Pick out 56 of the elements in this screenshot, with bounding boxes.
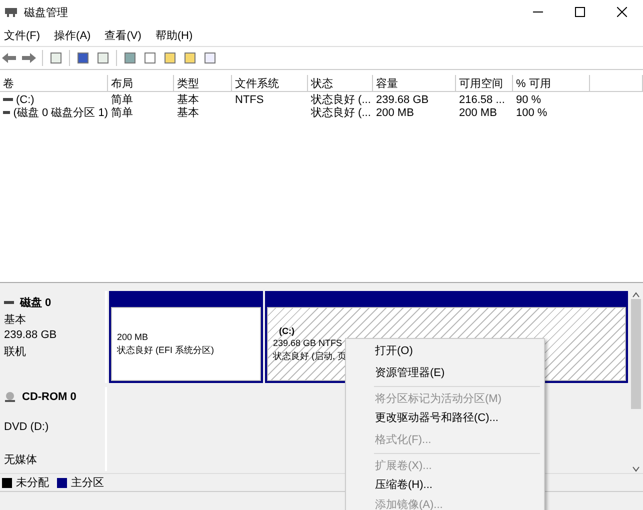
column-header[interactable]: 卷 (0, 75, 108, 92)
column-header[interactable]: 类型 (174, 75, 232, 92)
partition-size: 239.68 GB NTFS (273, 338, 342, 348)
table-cell: 200 MB (376, 106, 414, 118)
menu-item[interactable]: 文件(F) (4, 28, 40, 42)
drive-icon (3, 110, 10, 114)
table-cell-text: 基本 (177, 93, 199, 107)
menu-item[interactable]: 操作(A) (54, 28, 91, 42)
column-header[interactable]: 可用空间 (456, 75, 513, 92)
table-cell-text: (磁盘 0 磁盘分区 1) (13, 106, 108, 120)
table-cell: 200 MB (459, 106, 497, 118)
scrollbar[interactable] (628, 291, 643, 473)
disk-name: 磁盘 0 (20, 296, 52, 310)
context-menu-item[interactable]: 打开(O) (346, 341, 544, 360)
scroll-up-icon[interactable] (632, 291, 640, 299)
partition-size: 200 MB (117, 332, 148, 342)
drive-icon (4, 300, 14, 304)
window-title: 磁盘管理 (24, 6, 68, 20)
maximize-icon (575, 7, 585, 17)
close-icon (617, 7, 627, 17)
disk-drive-icon (4, 6, 18, 18)
disk-info: 无媒体 (4, 453, 38, 467)
table-cell-text: 基本 (177, 106, 199, 120)
partition-status: 状态良好 (EFI 系统分区) (117, 344, 214, 356)
legend-label: 主分区 (71, 476, 104, 490)
menu-item[interactable]: 帮助(H) (155, 28, 193, 42)
disk-info: DVD (D:) (4, 421, 50, 434)
back-arrow-icon[interactable] (2, 52, 16, 64)
column-header[interactable]: 状态 (308, 75, 373, 92)
scroll-down-icon[interactable] (632, 465, 640, 473)
column-header[interactable]: 容量 (373, 75, 456, 92)
column-header[interactable]: 布局 (108, 75, 174, 92)
cd-drive-icon (4, 391, 16, 403)
table-cell: 90 % (516, 94, 542, 106)
disk-info: 基本 (4, 313, 27, 327)
partition-label: (C:) (278, 326, 295, 336)
context-menu-item[interactable]: 压缩卷(H)... (346, 475, 544, 494)
table-cell: NTFS (235, 94, 264, 106)
column-header[interactable]: 文件系统 (232, 75, 308, 92)
menu-item[interactable]: 查看(V) (104, 28, 142, 42)
forward-arrow-icon[interactable] (22, 52, 36, 64)
disk-info: 239.88 GB (4, 329, 58, 342)
column-header[interactable]: % 可用 (513, 75, 590, 92)
table-cell: 216.58 ... (459, 94, 505, 106)
table-cell: 239.68 GB (376, 94, 429, 106)
partition-bar[interactable]: 200 MB 状态良好 (EFI 系统分区) (109, 291, 264, 383)
legend-label: 未分配 (16, 476, 49, 490)
table-cell-text: 状态良好 (... (311, 92, 371, 106)
table-cell-text: 简单 (111, 93, 133, 107)
table-cell: (C:) (16, 94, 34, 106)
table-cell: 100 % (516, 106, 548, 118)
disk-info: 联机 (4, 345, 27, 359)
table-cell-text: 简单 (111, 106, 133, 120)
table-cell-text: 状态良好 (... (311, 106, 371, 120)
disk-name: CD-ROM 0 (22, 391, 76, 403)
context-menu-item[interactable]: 更改驱动器号和路径(C)... (346, 408, 544, 428)
